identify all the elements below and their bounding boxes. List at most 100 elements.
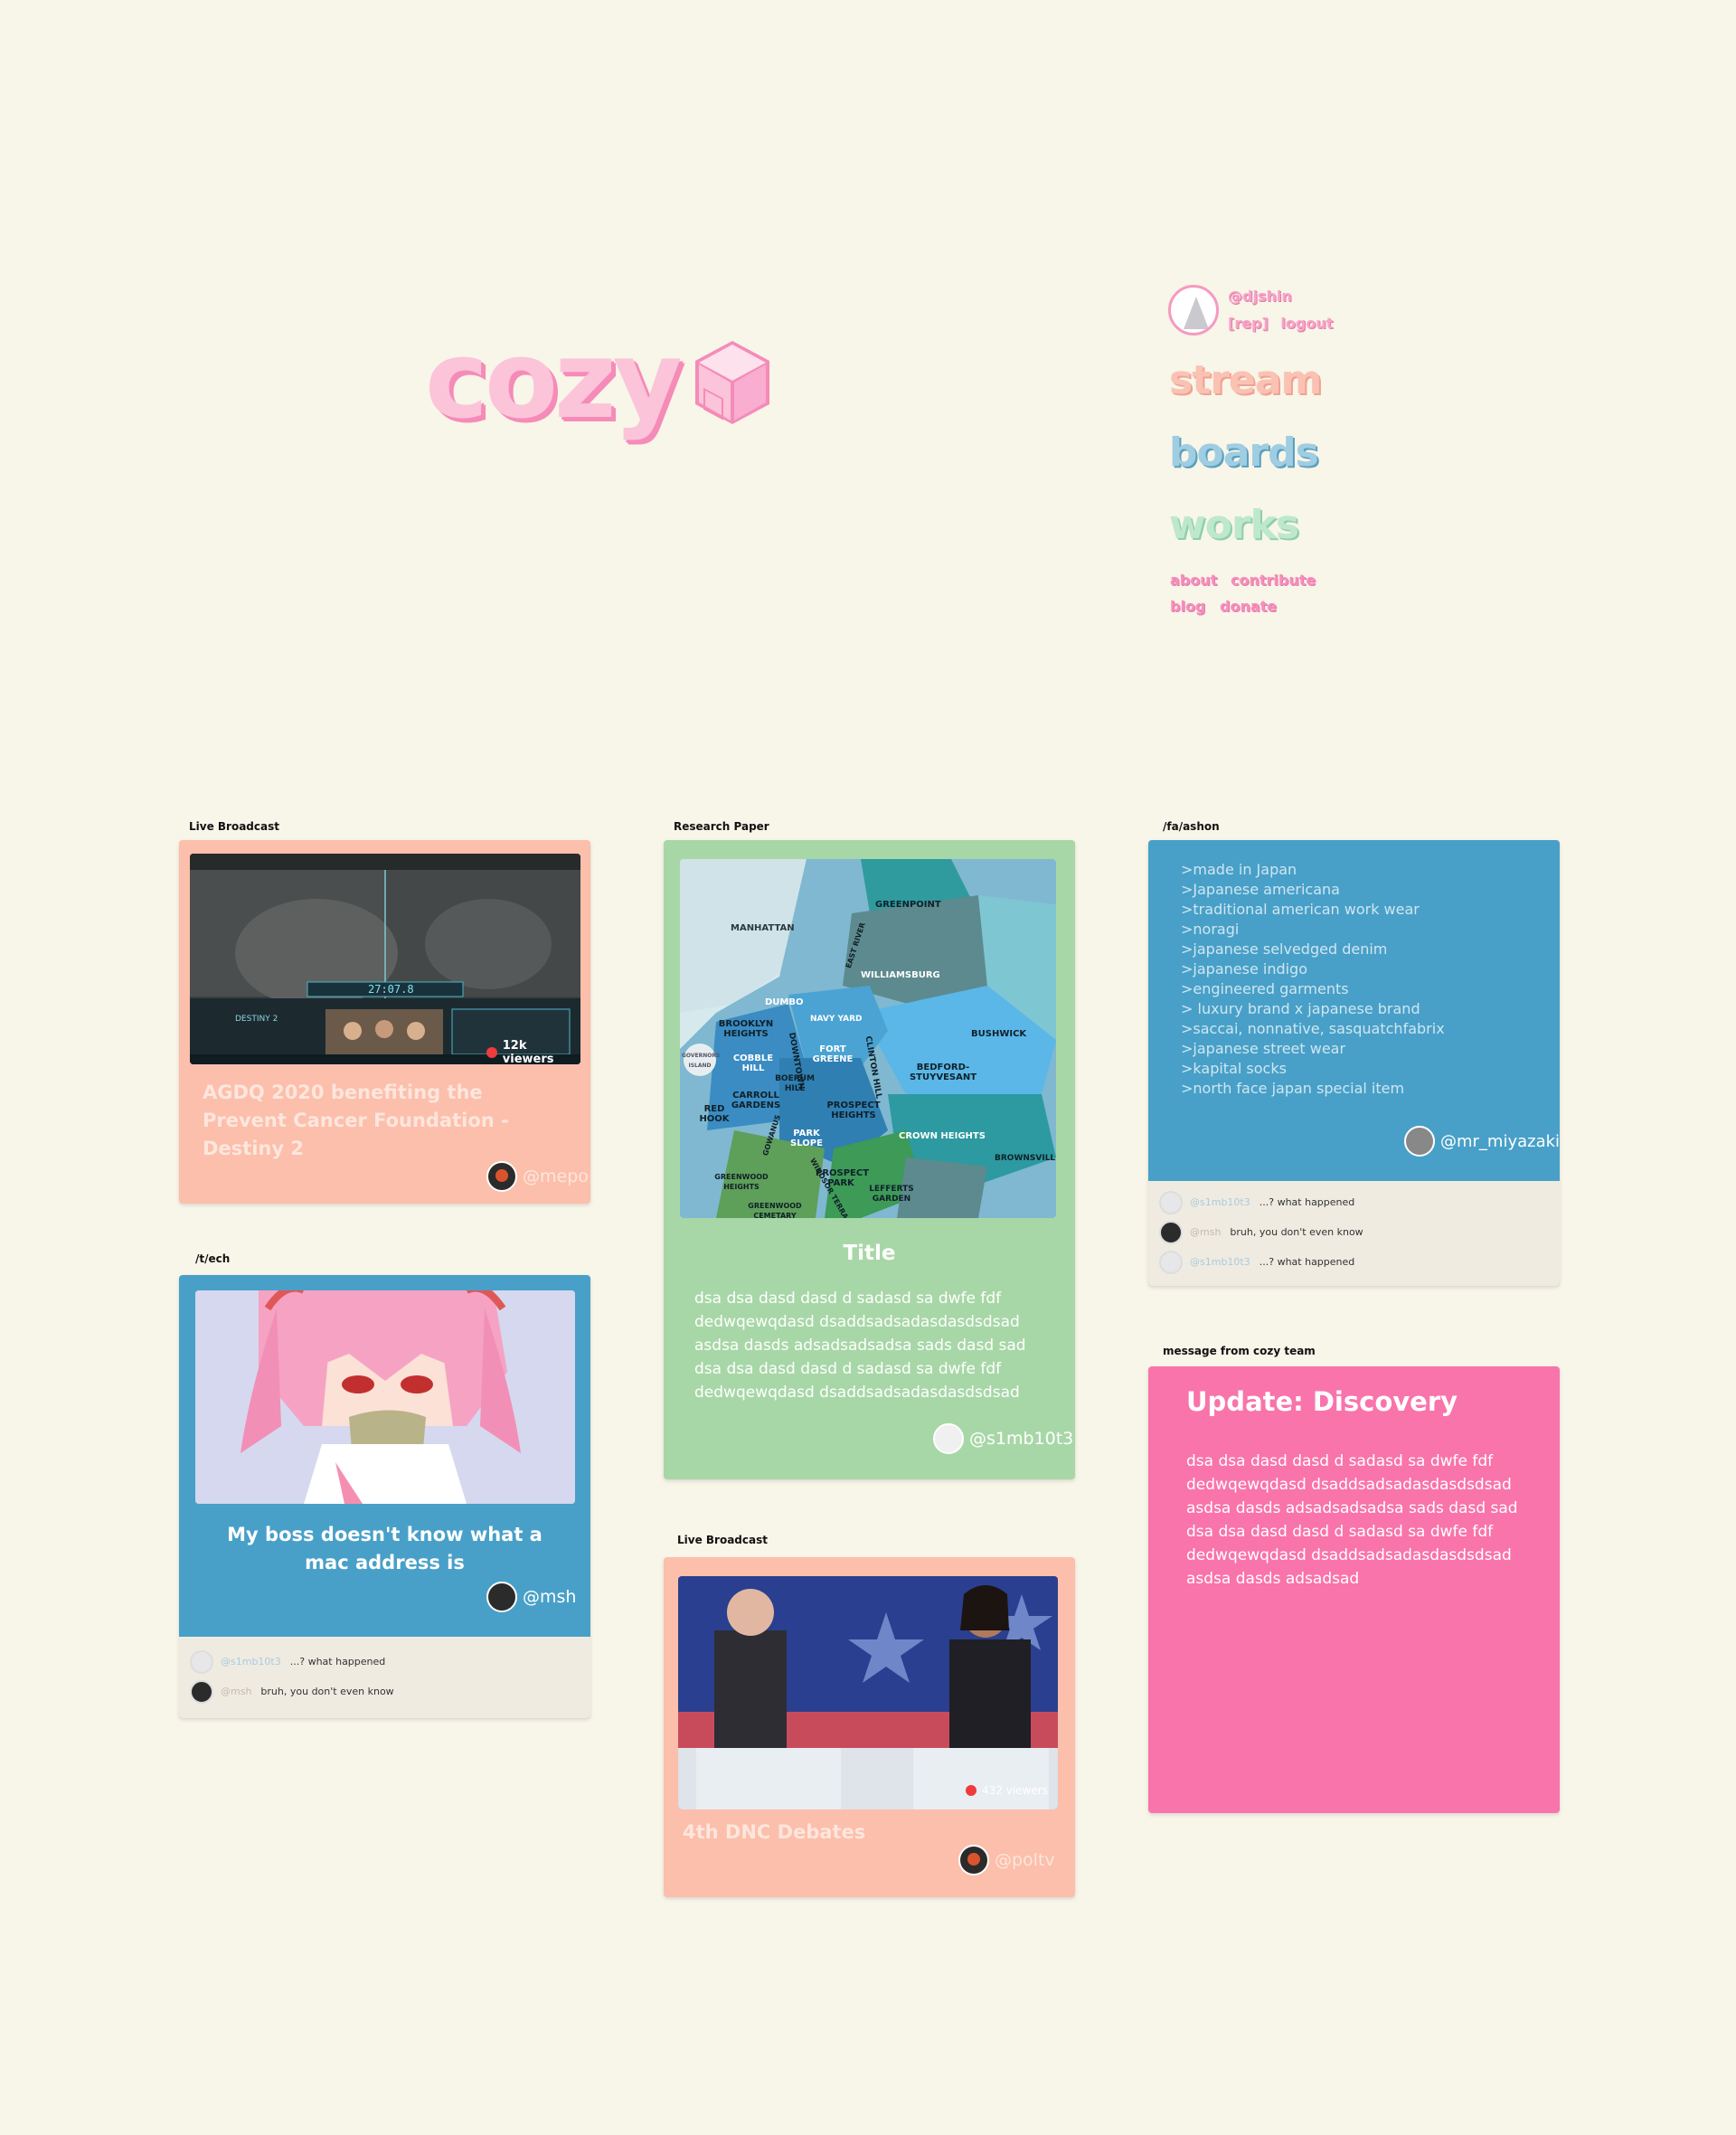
debate-image xyxy=(678,1576,1058,1809)
paper-card-research[interactable]: MANHATTAN GREENPOINT EAST RIVER WILLIAMS… xyxy=(664,840,1075,1479)
cozy-logo[interactable]: cozy xyxy=(425,316,773,443)
commenter-handle[interactable]: @msh xyxy=(1190,1226,1221,1238)
commenter-avatar xyxy=(1159,1190,1183,1214)
logout-link[interactable]: logout xyxy=(1280,315,1333,332)
author[interactable]: @s1mb10t3 xyxy=(933,1423,1073,1454)
nav-stream[interactable]: stream xyxy=(1169,357,1322,403)
nav-about[interactable]: about xyxy=(1170,572,1217,589)
post-card-fashion[interactable]: >made in Japan >Japanese americana >trad… xyxy=(1148,840,1560,1286)
comment-item[interactable]: @msh bruh, you don't even know xyxy=(1148,1217,1560,1247)
author[interactable]: @poltv xyxy=(958,1845,1055,1875)
post-image[interactable] xyxy=(195,1290,575,1504)
map-label: BROWNSVILLE xyxy=(995,1154,1056,1163)
author-handle: @s1mb10t3 xyxy=(969,1429,1074,1449)
card-label: Live Broadcast xyxy=(189,820,279,833)
map-label: GOVERNORS ISLAND xyxy=(682,1053,721,1069)
greentext-line: >japanese indigo xyxy=(1181,960,1307,978)
user-handle[interactable]: @djshin xyxy=(1228,283,1340,310)
nav-boards[interactable]: boards xyxy=(1169,430,1319,476)
nav-donate[interactable]: donate xyxy=(1220,598,1277,615)
comment-list: @s1mb10t3 ...? what happened @msh bruh, … xyxy=(1148,1181,1560,1286)
map-label: EAST RIVER xyxy=(844,921,867,969)
greentext-line: > luxury brand x japanese brand xyxy=(1181,1000,1420,1017)
cube-icon xyxy=(694,341,769,424)
author-avatar xyxy=(933,1423,964,1454)
post-card-tech[interactable]: My boss doesn't know what a mac address … xyxy=(179,1275,590,1718)
announcement-card[interactable]: Update: Discovery dsa dsa dasd dasd d sa… xyxy=(1148,1366,1560,1813)
author-handle: @poltv xyxy=(995,1850,1055,1870)
stream-card-dnc[interactable]: 432 viewers 4th DNC Debates @poltv xyxy=(664,1557,1075,1897)
comment-text: ...? what happened xyxy=(1259,1196,1355,1208)
commenter-handle[interactable]: @s1mb10t3 xyxy=(1190,1256,1250,1268)
comment-item[interactable]: @s1mb10t3 ...? what happened xyxy=(1148,1247,1560,1277)
map-label: FORT GREENE xyxy=(812,1044,854,1064)
map-label: PARK SLOPE xyxy=(790,1129,823,1148)
map-label: GREENWOOD HEIGHTS xyxy=(714,1173,769,1191)
map-label: BUSHWICK xyxy=(971,1029,1027,1039)
author[interactable]: @msh xyxy=(486,1582,576,1612)
post-title[interactable]: My boss doesn't know what a mac address … xyxy=(206,1521,563,1577)
greentext-line: >saccai, nonnative, sasquatchfabrix xyxy=(1181,1020,1445,1037)
commenter-handle[interactable]: @s1mb10t3 xyxy=(221,1656,281,1667)
map-label: CARROLL GARDENS xyxy=(731,1091,781,1110)
author[interactable]: @mr_miyazaki xyxy=(1404,1126,1560,1157)
card-label: /t/ech xyxy=(195,1252,231,1265)
greentext-line: >japanese selvedged denim xyxy=(1181,940,1388,958)
paper-image[interactable]: MANHATTAN GREENPOINT EAST RIVER WILLIAMS… xyxy=(680,859,1056,1218)
comment-item[interactable]: @s1mb10t3 ...? what happened xyxy=(1148,1187,1560,1217)
nav-works[interactable]: works xyxy=(1169,502,1299,548)
anime-girl-image xyxy=(195,1290,575,1504)
author-handle: @mepo xyxy=(523,1167,589,1186)
logo-text: cozy xyxy=(425,317,683,442)
announcement-title[interactable]: Update: Discovery xyxy=(1186,1386,1458,1417)
live-dot-icon xyxy=(486,1047,497,1058)
greentext-line: >kapital socks xyxy=(1181,1060,1287,1077)
author-handle: @mr_miyazaki xyxy=(1440,1131,1560,1151)
stream-thumbnail[interactable]: 27:07.8 DESTINY 2 12k viewers xyxy=(190,854,580,1064)
map-label: NAVY YARD xyxy=(810,1015,863,1024)
greentext-line: >engineered garments xyxy=(1181,980,1349,997)
greentext-line: >traditional american work wear xyxy=(1181,901,1420,918)
map-label: RED HOOK xyxy=(699,1104,730,1124)
commenter-handle[interactable]: @s1mb10t3 xyxy=(1190,1196,1250,1208)
map-label: CLINTON HILL xyxy=(863,1035,883,1100)
author[interactable]: @mepo xyxy=(486,1161,589,1192)
map-label: PROSPECT HEIGHTS xyxy=(826,1101,881,1120)
comment-text: bruh, you don't even know xyxy=(1230,1226,1363,1238)
map-label: COBBLE HILL xyxy=(732,1053,774,1073)
card-label: Live Broadcast xyxy=(677,1534,768,1546)
announcement-body: dsa dsa dasd dasd d sadasd sa dwfe fdf d… xyxy=(1186,1452,1518,1588)
commenter-avatar xyxy=(190,1649,213,1674)
author-avatar xyxy=(1404,1126,1435,1157)
viewer-count-text: 12k viewers xyxy=(502,1039,554,1064)
viewer-count: 12k viewers xyxy=(486,1039,580,1064)
greentext-line: >north face japan special item xyxy=(1181,1080,1405,1097)
map-label: WILLIAMSBURG xyxy=(861,970,940,980)
map-label: MANHATTAN xyxy=(731,923,795,933)
stream-card-agdq[interactable]: 27:07.8 DESTINY 2 12k viewers AGDQ 2020 … xyxy=(179,840,590,1204)
comment-text: ...? what happened xyxy=(289,1656,386,1667)
stream-title[interactable]: 4th DNC Debates xyxy=(683,1821,865,1843)
map-labels: MANHATTAN GREENPOINT EAST RIVER WILLIAMS… xyxy=(680,859,1056,1218)
rep-link[interactable]: [rep] xyxy=(1228,315,1269,332)
user-avatar[interactable] xyxy=(1168,285,1219,335)
greentext-line: >made in Japan xyxy=(1181,861,1297,878)
nav-blog[interactable]: blog xyxy=(1170,598,1205,615)
comment-list: @s1mb10t3 ...? what happened @msh bruh, … xyxy=(179,1637,590,1718)
commenter-avatar xyxy=(190,1679,213,1704)
commenter-handle[interactable]: @msh xyxy=(221,1686,251,1697)
card-label: Research Paper xyxy=(674,820,769,833)
comment-item[interactable]: @msh bruh, you don't even know xyxy=(179,1677,590,1706)
author-handle: @msh xyxy=(523,1587,577,1607)
nav-contribute[interactable]: contribute xyxy=(1231,572,1316,589)
comment-text: ...? what happened xyxy=(1259,1256,1355,1268)
stream-thumbnail[interactable]: 432 viewers xyxy=(678,1576,1058,1809)
user-box: @djshin [rep] logout xyxy=(1168,283,1340,337)
paper-title[interactable]: Title xyxy=(664,1242,1075,1265)
comment-item[interactable]: @s1mb10t3 ...? what happened xyxy=(179,1647,590,1677)
map-label: LEFFERTS GARDEN xyxy=(869,1185,914,1204)
stream-title[interactable]: AGDQ 2020 benefiting the Prevent Cancer … xyxy=(203,1079,564,1163)
live-dot-icon xyxy=(966,1785,976,1796)
greentext-line: >noragi xyxy=(1181,921,1240,938)
game-screenshot xyxy=(190,854,580,1064)
